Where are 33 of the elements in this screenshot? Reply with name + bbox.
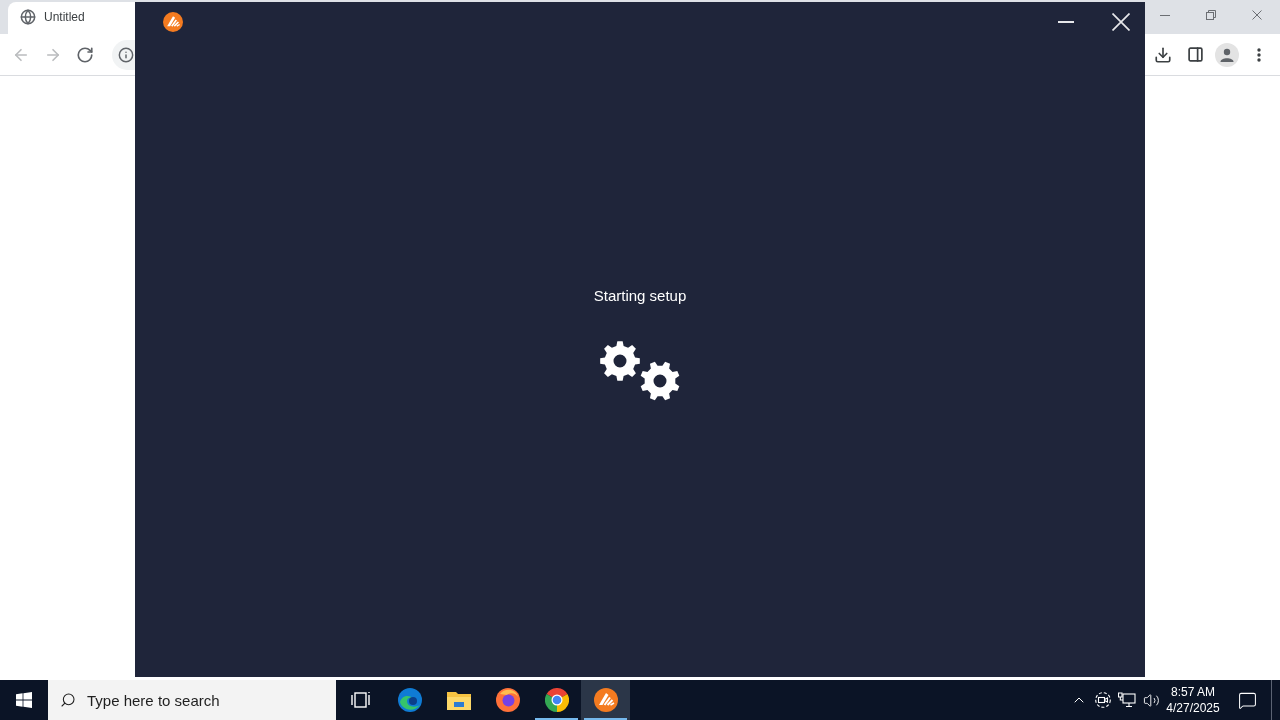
person-icon — [1220, 47, 1234, 62]
app-logo-icon — [593, 688, 618, 712]
minimize-icon — [1058, 21, 1074, 23]
firefox-browser-icon — [495, 688, 520, 712]
search-icon — [60, 692, 76, 708]
chrome-browser-icon — [544, 688, 569, 712]
status-text: Starting setup — [593, 286, 687, 306]
search-field[interactable]: Type here to search — [48, 680, 336, 720]
volume-icon — [1142, 691, 1160, 709]
side-panel-icon — [1186, 46, 1204, 63]
restore-icon — [1206, 10, 1216, 20]
camera-icon — [1095, 692, 1111, 708]
globe-icon — [20, 9, 36, 25]
reload-icon — [76, 45, 94, 64]
start-icon — [16, 692, 32, 708]
clock-button[interactable]: 8:57 AM 4/27/2025 — [1163, 680, 1223, 720]
gears-icon — [600, 340, 680, 402]
notification-icon — [1237, 690, 1257, 710]
task-view-icon — [350, 691, 371, 709]
close-icon — [1112, 13, 1130, 31]
minimize-icon — [1160, 14, 1170, 16]
info-icon — [118, 46, 134, 63]
address-bar[interactable] — [112, 39, 135, 70]
folder-icon — [446, 690, 471, 710]
browser-tab[interactable]: Untitled — [8, 2, 135, 34]
profile-button[interactable] — [1215, 42, 1239, 67]
edge-browser-icon — [397, 688, 422, 712]
network-icon — [1118, 692, 1136, 708]
close-icon — [1252, 10, 1262, 20]
menu-icon — [1257, 47, 1261, 62]
app-logo-icon — [163, 12, 183, 32]
download-icon — [1154, 45, 1172, 64]
taskbar-app-button[interactable] — [581, 680, 630, 720]
